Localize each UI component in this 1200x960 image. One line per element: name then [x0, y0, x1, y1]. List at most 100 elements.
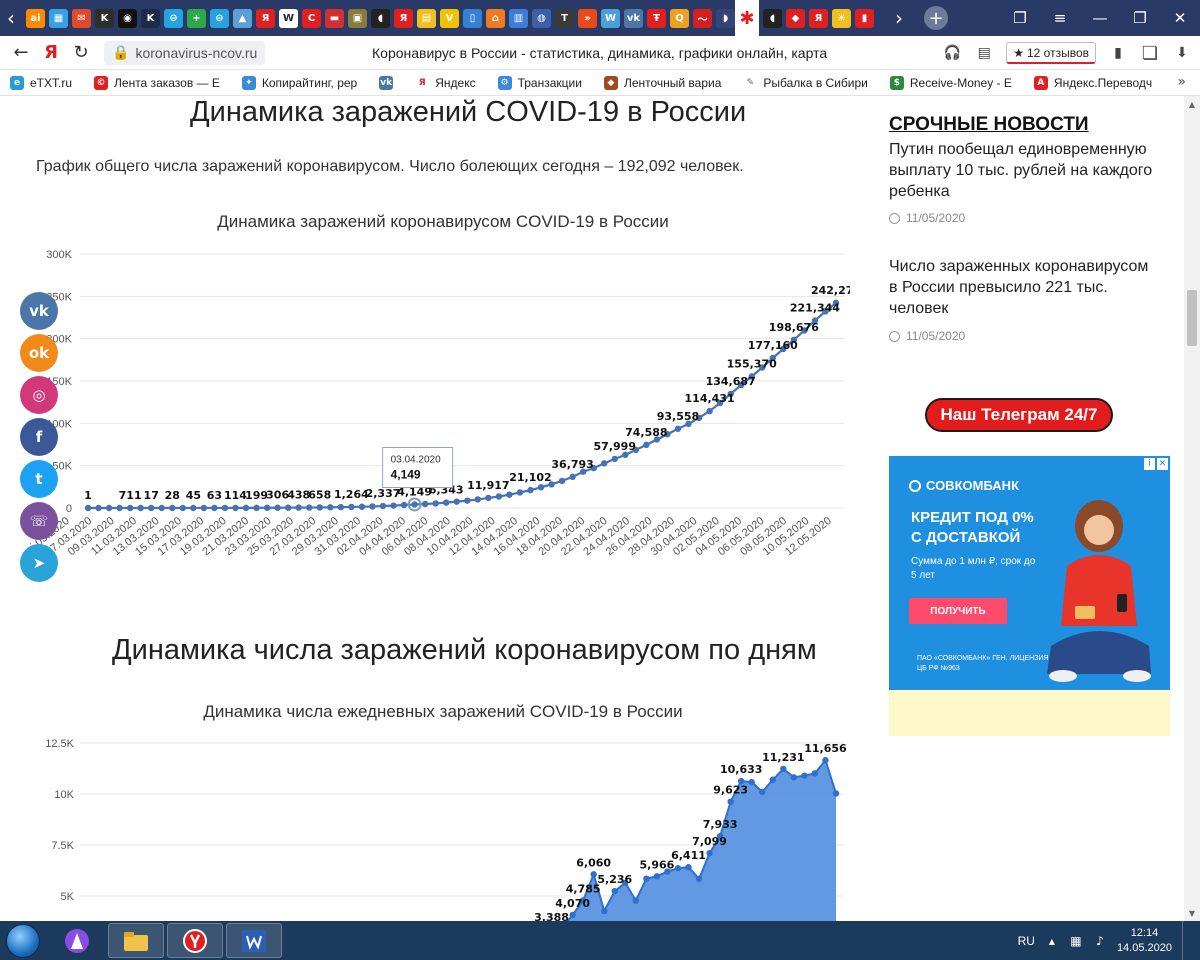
explorer-taskbar-button[interactable]	[108, 923, 164, 958]
bookmark-icon[interactable]: ▮	[1108, 43, 1128, 63]
data-label: 114	[224, 489, 247, 502]
dark-tab-icon[interactable]: ◖	[371, 8, 390, 28]
yandex2-tab-icon[interactable]: Я	[394, 8, 413, 28]
bookmark-translate[interactable]: A Яндекс.Переводч	[1033, 75, 1152, 90]
yandex-browser-taskbar-button[interactable]	[167, 923, 223, 958]
extensions-icon[interactable]: ❏	[1140, 43, 1160, 64]
new-tab-button[interactable]: +	[924, 6, 948, 30]
moon-tab-icon[interactable]: ◗	[716, 8, 735, 28]
vk-tab-icon[interactable]: vk	[624, 8, 643, 28]
phone-tab-icon[interactable]: ▯	[463, 8, 482, 28]
data-point	[706, 407, 713, 415]
sovcombank-ad[interactable]: i ✕ СОВКОМБАНК КРЕДИТ ПОД 0% С ДОСТАВКОЙ…	[889, 456, 1170, 690]
bookmark-gear[interactable]: ⚙ Транзакции	[497, 75, 582, 90]
active-tab[interactable]: ✱	[735, 0, 759, 36]
back-button[interactable]: ←	[6, 38, 36, 68]
yandex-tab-icon[interactable]: Я	[256, 8, 275, 28]
minus-tab-icon[interactable]: ⊖	[210, 8, 229, 28]
mail-tab-icon[interactable]: ✉	[72, 8, 91, 28]
tab-scroll-left-icon[interactable]: ‹	[0, 0, 22, 36]
wordpress-tab-icon[interactable]: W	[601, 8, 620, 28]
plus-tab-icon[interactable]: +	[187, 8, 206, 28]
wikipedia-tab-icon[interactable]: W	[279, 8, 298, 28]
scroll-thumb[interactable]	[1187, 290, 1197, 346]
landscape-tab-icon[interactable]: ▲	[233, 8, 252, 28]
home-tab-icon[interactable]: ⌂	[486, 8, 505, 28]
bookmark-vk[interactable]: vk	[379, 75, 394, 90]
viber-share-icon[interactable]: ☏	[20, 502, 58, 540]
telegram-button[interactable]: Наш Телеграм 24/7	[925, 398, 1113, 432]
data-label: 17	[144, 489, 159, 502]
bookmark-shovel[interactable]: ◆ Ленточный вариа	[603, 75, 721, 90]
eye-tab-icon[interactable]: ◉	[118, 8, 137, 28]
news-link-2[interactable]: Число зараженных коронавирусом в России …	[889, 256, 1159, 319]
news-link-1[interactable]: Путин пообещал единовременную выплату 10…	[889, 139, 1159, 202]
ad-info-icon[interactable]: i	[1144, 458, 1155, 470]
bookmark-fish[interactable]: ✎ Рыбалка в Сибири	[743, 76, 868, 90]
copyright-tab-icon[interactable]: C	[302, 8, 321, 28]
v-tab-icon[interactable]: V	[440, 8, 459, 28]
kinopoisk-tab-icon[interactable]: K	[141, 8, 160, 28]
search-tab-icon[interactable]: ⊖	[164, 8, 183, 28]
tabs-overview-icon[interactable]: ❐	[1000, 0, 1040, 36]
language-indicator[interactable]: RU	[1018, 934, 1035, 948]
yellow-tab-icon[interactable]: ▤	[417, 8, 436, 28]
data-label: 134,687	[706, 375, 756, 388]
system-clock[interactable]: 12:14 14.05.2020	[1117, 926, 1172, 956]
url-field[interactable]: 🔒 koronavirus-ncov.ru	[104, 40, 266, 65]
red2-tab-icon[interactable]: ▮	[855, 8, 874, 28]
k-tab-icon[interactable]: K	[95, 8, 114, 28]
bookmark-etxt[interactable]: e eTXT.ru	[10, 75, 72, 90]
forward-tab-icon[interactable]: »	[578, 8, 597, 28]
scroll-down-icon[interactable]: ▼	[1184, 905, 1200, 921]
minimize-icon[interactable]: —	[1080, 0, 1120, 36]
tiles-tab-icon[interactable]: ▦	[49, 8, 68, 28]
fire-tab-icon[interactable]: Ŧ	[647, 8, 666, 28]
odnoklassniki-share-icon[interactable]: ok	[20, 334, 58, 372]
show-desktop-button[interactable]	[1182, 921, 1194, 960]
flag-tab-icon[interactable]: ▬	[325, 8, 344, 28]
bookmark-dollar[interactable]: $ Receive-Money - E	[889, 75, 1012, 90]
wave-tab-icon[interactable]: 〜	[693, 8, 712, 28]
headphones-icon[interactable]: 🎧	[942, 43, 962, 63]
doc-tab-icon[interactable]: ▥	[509, 8, 528, 28]
vk-share-icon[interactable]: vk	[20, 292, 58, 330]
ad-close-icon[interactable]: ✕	[1157, 458, 1168, 470]
twitter-share-icon[interactable]: t	[20, 460, 58, 498]
close-icon[interactable]: ✕	[1160, 0, 1200, 36]
instagram-share-icon[interactable]: ◎	[20, 376, 58, 414]
bookmark-copyright[interactable]: © Лента заказов — E	[94, 75, 220, 90]
menu-icon[interactable]: ≡	[1040, 0, 1080, 36]
ad-cta-button[interactable]: ПОЛУЧИТЬ	[909, 598, 1007, 624]
restore-icon[interactable]: ❐	[1120, 0, 1160, 36]
game-tab-icon[interactable]: ▣	[348, 8, 367, 28]
aliexpress-tab-icon[interactable]: ai	[26, 8, 45, 28]
telegram-share-icon[interactable]: ➤	[20, 544, 58, 582]
chat-tab-icon[interactable]: ◍	[532, 8, 551, 28]
word-taskbar-button[interactable]	[226, 923, 282, 958]
tab-scroll-right-icon[interactable]: ›	[888, 0, 910, 36]
start-button[interactable]	[0, 921, 46, 960]
download-icon[interactable]: ⬇	[1172, 43, 1192, 63]
reviews-button[interactable]: ★ 12 отзывов	[1006, 42, 1096, 64]
yandex-home-icon[interactable]: Я	[36, 38, 66, 68]
sun-tab-icon[interactable]: ☀	[832, 8, 851, 28]
q2-tab-icon[interactable]: ◖	[763, 8, 782, 28]
network-icon[interactable]: ▦	[1069, 934, 1083, 948]
red-tab-icon[interactable]: ◆	[786, 8, 805, 28]
scroll-up-icon[interactable]: ▲	[1184, 96, 1200, 112]
tray-expand-icon[interactable]: ▴	[1045, 934, 1059, 948]
data-label: 45	[186, 489, 201, 502]
bookmark-yandex[interactable]: Я Яндекс	[415, 76, 476, 90]
yandex3-tab-icon[interactable]: Я	[809, 8, 828, 28]
volume-icon[interactable]: ♪	[1093, 934, 1107, 948]
alice-taskbar-button[interactable]	[49, 923, 105, 958]
bookmark-sparkle[interactable]: ✦ Копирайтинг, рер	[241, 75, 357, 90]
reader-mode-icon[interactable]: ▤	[974, 43, 994, 63]
facebook-share-icon[interactable]: f	[20, 418, 58, 456]
q-tab-icon[interactable]: Q	[670, 8, 689, 28]
reload-button[interactable]: ↻	[66, 38, 96, 68]
bookmarks-more-icon[interactable]: »	[1177, 74, 1186, 90]
t-tab-icon[interactable]: T	[555, 8, 574, 28]
page-scrollbar[interactable]: ▲ ▼	[1184, 96, 1200, 921]
